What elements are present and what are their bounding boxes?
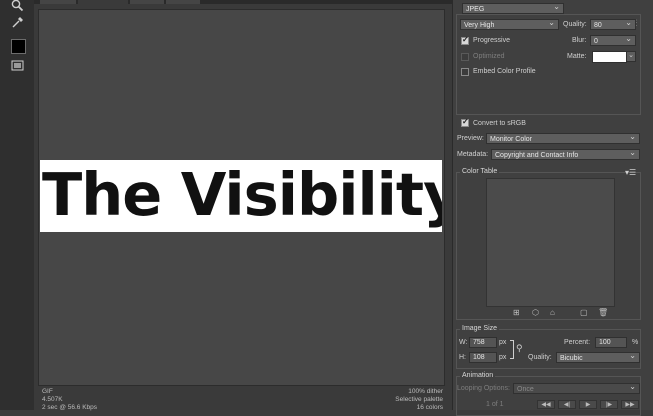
delete-color-icon[interactable]: 🗑 [598, 308, 608, 317]
preview-status: GIF 4.507K 2 sec @ 56.6 Kbps 100% dither… [38, 384, 443, 411]
play-button[interactable]: ▶ [579, 400, 597, 409]
matte-label: Matte: [567, 53, 587, 60]
color-table-menu-icon[interactable]: ▾☰ [625, 168, 636, 177]
link-icon[interactable]: ⚲ [516, 343, 523, 354]
eyedropper-icon[interactable] [9, 14, 26, 31]
percent-label: Percent: [564, 339, 591, 346]
map-color-icon[interactable]: ⊞ [513, 308, 520, 317]
matte-color-swatch[interactable] [592, 51, 627, 63]
resample-quality-dropdown[interactable]: Bicubic [556, 350, 640, 363]
tab-2up[interactable] [130, 0, 165, 4]
quality-preset-dropdown[interactable]: Very High [460, 17, 559, 30]
preview-image-text: The Visibility H [42, 160, 442, 229]
embed-color-profile-checkbox[interactable] [461, 68, 469, 76]
tab-4up[interactable] [166, 0, 201, 4]
zoom-icon[interactable] [9, 0, 26, 14]
tab-optimized[interactable] [78, 0, 129, 4]
progressive-label: Progressive [473, 37, 510, 44]
last-frame-button[interactable]: ▶▶ [621, 400, 639, 409]
blur-input[interactable]: 0 [590, 33, 636, 46]
tab-original[interactable] [40, 0, 77, 4]
tool-strip [0, 0, 35, 410]
embed-color-profile-label: Embed Color Profile [473, 68, 536, 75]
width-input[interactable]: 758 [469, 337, 497, 348]
status-palette: Selective palette [395, 396, 443, 403]
matte-dropdown-icon[interactable]: ⌄ [626, 51, 636, 62]
link-bracket [510, 340, 514, 359]
image-size-group [456, 329, 641, 369]
progressive-checkbox[interactable] [461, 35, 469, 45]
height-unit: px [499, 354, 507, 361]
optimized-checkbox[interactable] [461, 53, 469, 61]
resample-quality-label: Quality: [528, 354, 552, 361]
looping-label: Looping Options: [457, 385, 510, 392]
quality-input[interactable]: 80 [590, 17, 636, 30]
looping-dropdown[interactable]: Once [513, 381, 640, 394]
blur-label: Blur: [572, 37, 587, 44]
status-format: GIF [42, 388, 53, 395]
preview-label: Preview: [457, 135, 484, 142]
color-table-grid[interactable] [486, 178, 615, 307]
status-dither: 100% dither [408, 388, 443, 395]
metadata-dropdown[interactable]: Copyright and Contact Info [491, 147, 640, 160]
first-frame-button[interactable]: ◀◀ [537, 400, 555, 409]
web-shift-icon[interactable]: ⬡ [532, 308, 539, 317]
color-table-title: Color Table [460, 168, 500, 175]
lock-color-icon[interactable]: ⌂ [550, 308, 555, 317]
format-dropdown[interactable]: JPEG [462, 1, 564, 14]
width-label: W: [459, 339, 468, 346]
animation-title: Animation [460, 372, 496, 379]
metadata-label: Metadata: [457, 151, 489, 158]
percent-input[interactable]: 100 [595, 337, 627, 348]
percent-unit: % [632, 339, 639, 346]
previous-frame-button[interactable]: ◀| [558, 400, 576, 409]
new-color-icon[interactable]: ▢ [580, 308, 588, 317]
convert-srgb-checkbox[interactable] [461, 117, 469, 127]
image-size-title: Image Size [460, 325, 500, 332]
view-tabs [34, 0, 452, 4]
status-size: 4.507K [42, 396, 63, 403]
quality-label: Quality: [563, 21, 587, 28]
preview-image[interactable]: The Visibility H [40, 160, 442, 232]
optimized-label: Optimized [473, 53, 505, 60]
color-swatch[interactable] [11, 39, 26, 54]
convert-srgb-label: Convert to sRGB [473, 120, 526, 127]
frame-counter: 1 of 1 [486, 401, 504, 408]
height-label: H: [459, 354, 466, 361]
next-frame-button[interactable]: |▶ [600, 400, 618, 409]
animation-group [456, 376, 641, 416]
width-unit: px [499, 339, 507, 346]
height-input[interactable]: 108 [469, 352, 497, 363]
preview-dropdown[interactable]: Monitor Color [486, 131, 640, 144]
slice-visibility-icon[interactable] [9, 57, 26, 74]
